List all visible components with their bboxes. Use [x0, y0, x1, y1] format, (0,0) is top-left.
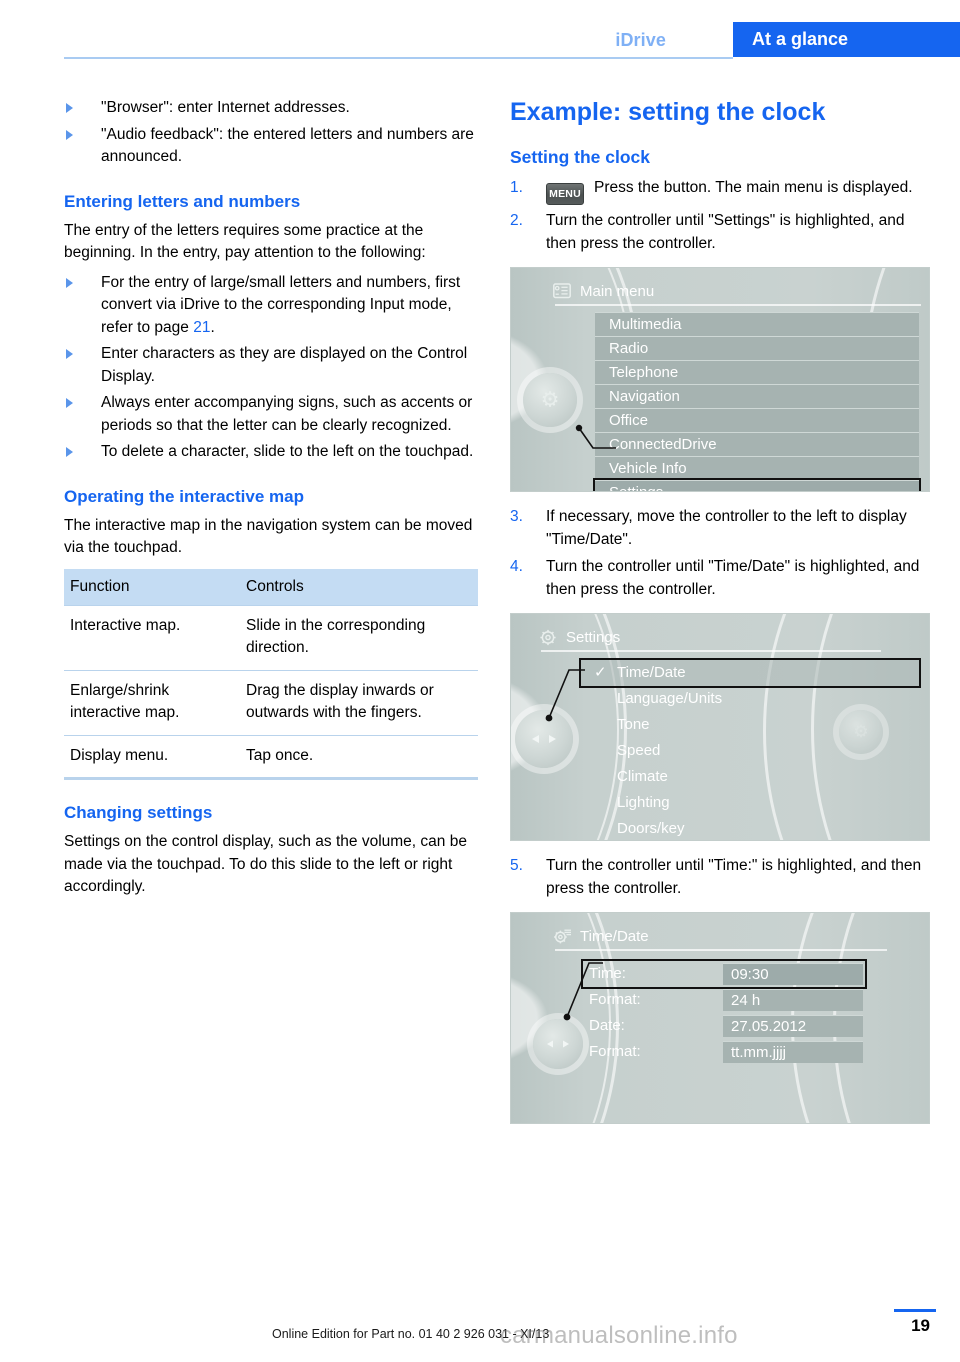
screenshot-settings: Settings ✓ Time/Date Language/Units Tone…	[510, 613, 930, 841]
page-number: 19	[911, 1316, 930, 1335]
bullet-triangle-icon	[66, 103, 73, 113]
column-header-controls: Controls	[240, 568, 478, 605]
step-number: 1.	[510, 179, 523, 196]
callout-line	[563, 962, 603, 1021]
heading-interactive-map: Operating the interactive map	[64, 486, 304, 506]
cell-controls: Tap once.	[240, 734, 478, 780]
page-number-rule	[894, 1309, 936, 1312]
step-number: 2.	[510, 212, 523, 229]
cell-controls: Slide in the corresponding direction.	[240, 604, 478, 670]
column-header-function: Function	[64, 568, 240, 605]
bullet-triangle-icon	[66, 447, 73, 457]
step-text: Turn the controller until "Time:" is hig…	[546, 857, 922, 897]
step-item: 1. MENU Press the button. The main menu i…	[510, 177, 930, 205]
entering-bullet-list: For the entry of large/small letters and…	[64, 272, 478, 464]
intro-bullet-list: "Browser": enter Internet addresses. "Au…	[64, 97, 478, 169]
right-column: Example: setting the clock Setting the c…	[510, 97, 930, 1124]
list-item-text: "Audio feedback": the entered letters an…	[101, 125, 474, 166]
list-item-text: To delete a character, slide to the left…	[101, 443, 474, 460]
step-text: If necessary, move the controller to the…	[546, 508, 907, 548]
screenshot-time-date: Time/Date Time: 09:30 Format: 24 h Date:…	[510, 912, 930, 1124]
heading-entering-letters: Entering letters and numbers	[64, 191, 301, 211]
callout-line	[575, 424, 616, 449]
heading-changing-settings: Changing settings	[64, 803, 213, 822]
bullet-triangle-icon	[66, 277, 73, 288]
steps-list-part2: 3. If necessary, move the controller to …	[510, 506, 930, 601]
list-item-text: Always enter accompanying signs, such as…	[101, 394, 473, 434]
bullet-triangle-icon	[66, 398, 73, 408]
function-controls-table: Function Controls Interactive map. Slide…	[64, 568, 478, 781]
section-tab: At a glance	[733, 22, 960, 57]
menu-button-icon: MENU	[546, 183, 584, 205]
list-item: To delete a character, slide to the left…	[64, 441, 478, 464]
list-item: Always enter accompanying signs, such as…	[64, 392, 478, 437]
list-item: Enter characters as they are displayed o…	[64, 343, 478, 388]
list-item: "Browser": enter Internet addresses.	[64, 97, 478, 120]
step-number: 3.	[510, 508, 523, 525]
cell-function: Interactive map.	[64, 604, 240, 670]
steps-list-part1: 1. MENU Press the button. The main menu i…	[510, 177, 930, 255]
watermark: carmanualsonline.info	[500, 1322, 738, 1349]
step-text: Press the button. The main menu is displ…	[594, 179, 913, 196]
table-row: Display menu. Tap once.	[64, 734, 478, 780]
cell-function: Display menu.	[64, 734, 240, 780]
bullet-triangle-icon	[66, 129, 73, 140]
table-row: Enlarge/shrink interactive map. Drag the…	[64, 669, 478, 735]
screenshot-main-menu: Main menu ⚙ Multimedia Radio Telephone N…	[510, 267, 930, 492]
list-item: "Audio feedback": the entered letters an…	[64, 124, 478, 169]
entering-intro-text: The entry of the letters requires some p…	[64, 221, 426, 262]
step-item: 5. Turn the controller until "Time:" is …	[510, 855, 930, 900]
page-header: iDrive At a glance	[0, 0, 960, 64]
list-item-text-tail: .	[210, 318, 215, 336]
changing-settings-text: Settings on the control display, such as…	[64, 833, 467, 895]
step-text: Turn the controller until "Settings" is …	[546, 212, 905, 252]
list-item-text: Enter characters as they are displayed o…	[101, 345, 468, 385]
step-item: 3. If necessary, move the controller to …	[510, 506, 930, 551]
left-column: "Browser": enter Internet addresses. "Au…	[64, 97, 478, 899]
step-number: 4.	[510, 558, 523, 575]
list-item-text: For the entry of large/small letters and…	[101, 273, 461, 336]
list-item-text: "Browser": enter Internet addresses.	[101, 99, 350, 116]
step-text: Turn the controller until "Time/Date" is…	[546, 558, 920, 598]
page-reference-link[interactable]: 21	[193, 319, 210, 336]
interactive-map-intro: The interactive map in the navigation sy…	[64, 516, 473, 557]
bullet-triangle-icon	[66, 349, 73, 359]
heading-setting-the-clock: Setting the clock	[510, 147, 651, 167]
step-number: 5.	[510, 857, 523, 874]
list-item: For the entry of large/small letters and…	[64, 272, 478, 340]
step-item: 4. Turn the controller until "Time/Date"…	[510, 556, 930, 601]
steps-list-part3: 5. Turn the controller until "Time:" is …	[510, 855, 930, 900]
step-item: 2. Turn the controller until "Settings" …	[510, 210, 930, 255]
cell-function: Enlarge/shrink interactive map.	[64, 669, 240, 735]
callout-line	[545, 669, 585, 722]
breadcrumb-chapter: iDrive	[615, 30, 666, 50]
page-title: Example: setting the clock	[510, 98, 826, 126]
header-rule	[64, 57, 733, 59]
table-row: Interactive map. Slide in the correspond…	[64, 604, 478, 670]
cell-controls: Drag the display inwards or outwards wit…	[240, 669, 478, 735]
section-tab-label: At a glance	[752, 29, 849, 49]
table-header-row: Function Controls	[64, 568, 478, 605]
